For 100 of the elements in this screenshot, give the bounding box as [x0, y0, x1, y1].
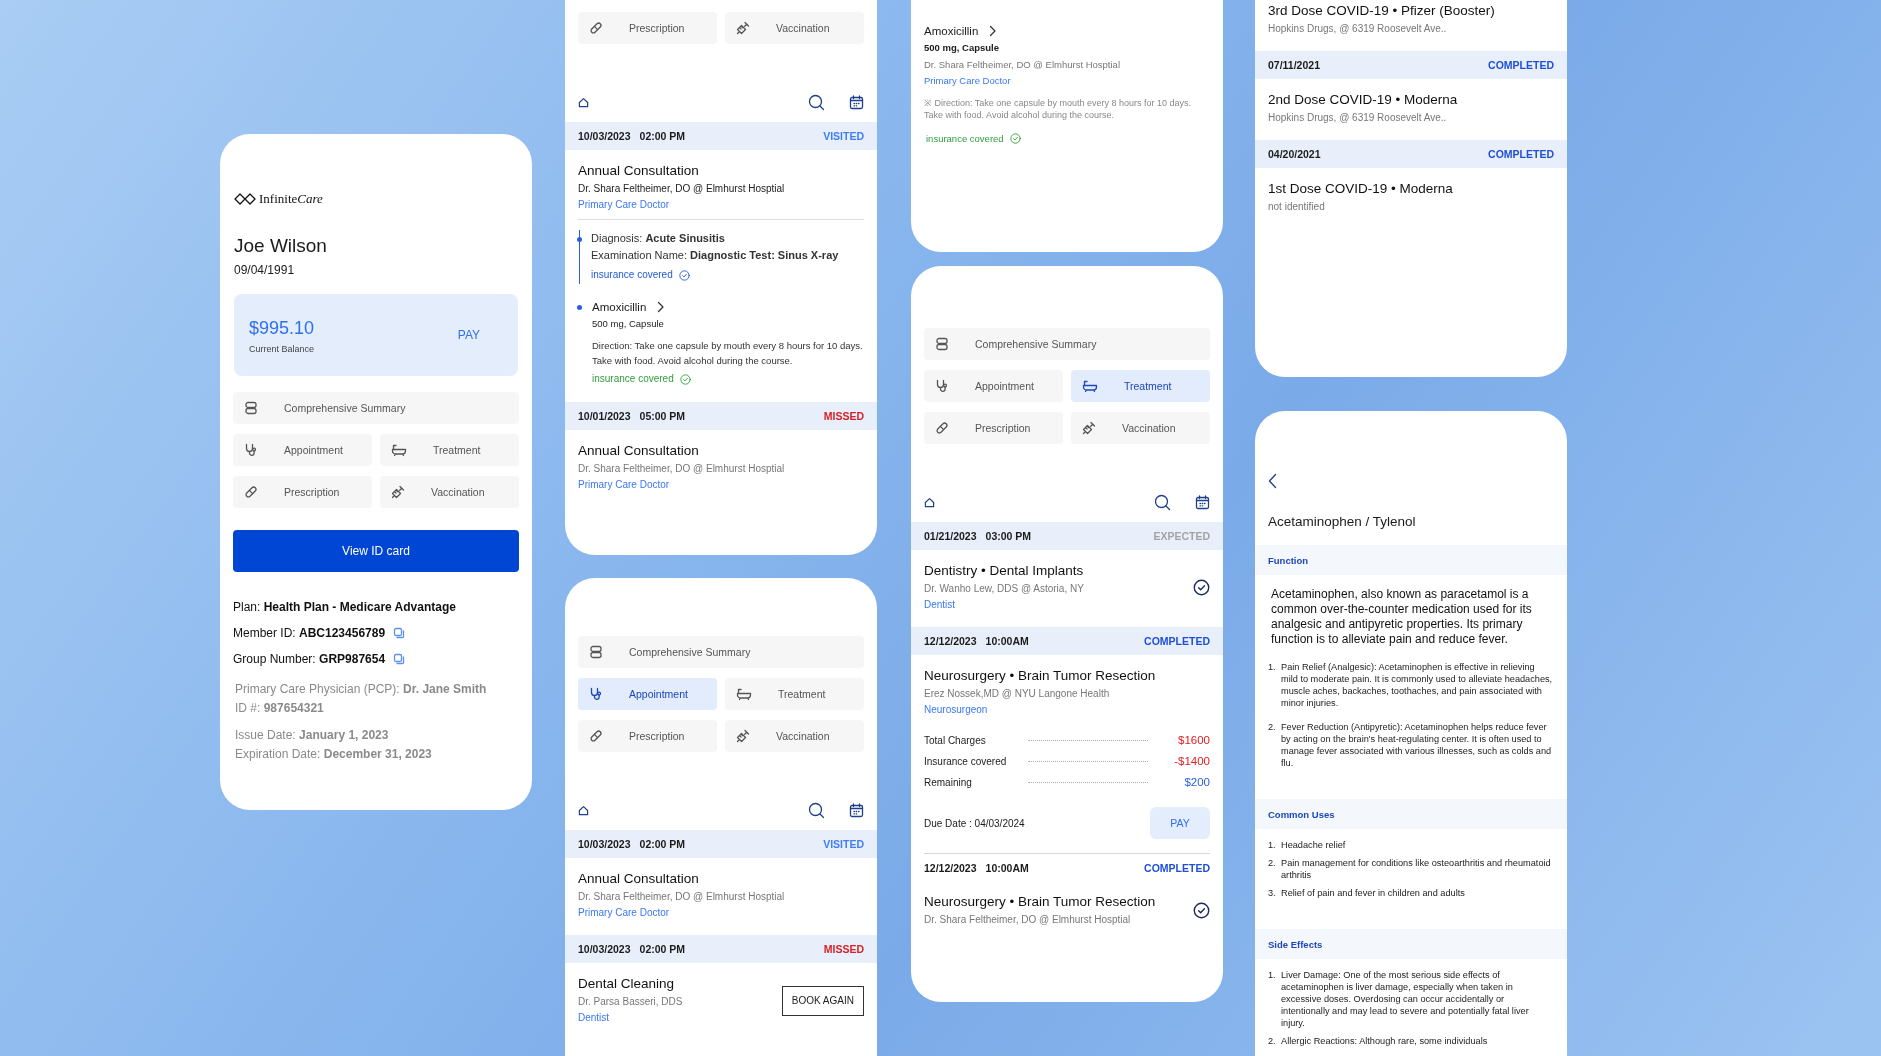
menu-button[interactable]: Treatment [380, 434, 519, 466]
home-icon[interactable] [578, 804, 589, 816]
detail-text: ID #: 987654321 [234, 700, 324, 717]
visit-title: Dental Cleaning [578, 975, 676, 993]
stacked-bars-icon [935, 337, 949, 351]
pay-button[interactable]: PAY [1150, 807, 1210, 839]
specialty-link[interactable]: Dentist [578, 1010, 774, 1026]
menu-button[interactable]: Vaccination [725, 720, 864, 752]
list-text: Pain management for conditions like osteoarthritis and rheumatoid arthritis [1281, 857, 1552, 881]
menu-button[interactable]: Prescription [578, 720, 717, 752]
list-number: 1. [1268, 661, 1277, 674]
visit-time: 02:00 PM [639, 943, 686, 955]
list-text: Liver Damage: One of the most serious side effects of acetaminophen is liver damage, especially when taken in excessive doses. Overdosing can occur accidentally or intentionally and may lead to severe and potentially fatal liver injury. [1281, 969, 1530, 1029]
visit-date: 12/12/2023 [924, 635, 977, 647]
detail-text: Group Number: GRP987654 [233, 651, 386, 668]
charge-label: Remaining [924, 776, 973, 790]
menu-button[interactable]: Vaccination [380, 476, 519, 508]
section-heading: Function [1255, 545, 1567, 575]
charge-amount: $1600 [1177, 733, 1210, 748]
provider-text: Dr. Shara Feltheimer, DO @ Elmhurst Hosptial [924, 58, 1121, 72]
search-icon[interactable] [1154, 493, 1171, 511]
provider-text: not identified [1268, 200, 1326, 214]
menu-button[interactable]: Appointment [578, 678, 717, 710]
stethoscope-icon [589, 687, 603, 701]
brand-name: InfiniteCare [259, 190, 323, 207]
menu-button[interactable]: Comprehensive Summary [233, 392, 519, 424]
detail-text: Plan: Health Plan - Medicare Advantage [233, 599, 456, 616]
home-icon[interactable] [578, 96, 589, 108]
direction-text: ※ Direction: Take one capsule by mouth every 8 hours for 10 days. Take with food. Avoid alcohol during the course. [924, 97, 1192, 121]
menu-button[interactable]: Treatment [1071, 370, 1210, 402]
specialty-link[interactable]: Primary Care Doctor [578, 477, 864, 493]
provider-text: Hopkins Drugs, @ 6319 Roosevelt Ave.. [1268, 111, 1448, 125]
list-number: 2. [1268, 721, 1277, 734]
coverage-label: insurance covered [591, 268, 673, 282]
menu-button[interactable]: Comprehensive Summary [924, 328, 1210, 360]
pay-button[interactable]: PAY [455, 324, 482, 346]
list-text: Allergic Reactions: Although rare, some individuals [1281, 1035, 1488, 1047]
drug-title: Acetaminophen / Tylenol [1267, 513, 1417, 531]
specialty-link[interactable]: Primary Care Doctor [924, 73, 1210, 89]
calendar-icon[interactable] [849, 94, 864, 110]
visit-status: COMPLETED [1488, 148, 1554, 160]
menu-button[interactable]: Appointment [924, 370, 1063, 402]
detail-text: Member ID: ABC123456789 [233, 625, 386, 642]
stethoscope-icon [244, 443, 258, 457]
menu-button[interactable]: Prescription [924, 412, 1063, 444]
home-icon[interactable] [924, 496, 935, 508]
specialty-link[interactable]: Dentist [924, 597, 1185, 613]
visit-time: 05:00 PM [639, 410, 686, 422]
list-number: 1. [1268, 839, 1277, 851]
specialty-link[interactable]: Neurosurgeon [924, 702, 1210, 718]
dosage-text: 500 mg, Capsule [924, 41, 1000, 55]
list-text: Pain Relief (Analgesic): Acetaminophen is effective in relieving mild to moderate pain. It is commonly used to alleviate headaches, muscle aches, backaches, toothaches, and pain associated with minor injuries. [1281, 661, 1553, 709]
chevron-right-icon [656, 301, 666, 313]
menu-button[interactable]: Prescription [233, 476, 372, 508]
visit-time: 02:00 PM [639, 838, 686, 850]
patient-name: Joe Wilson [234, 234, 328, 258]
visit-date: 10/03/2023 [578, 130, 631, 142]
menu-button[interactable]: Vaccination [725, 12, 864, 44]
visit-date: 12/12/2023 [924, 861, 977, 874]
pill-icon [589, 729, 603, 743]
back-chevron-icon[interactable] [1268, 473, 1277, 489]
coverage-label: insurance covered [926, 133, 1004, 144]
provider-text: Dr. Shara Feltheimer, DO @ Elmhurst Hosptial [578, 182, 786, 196]
list-text: Fever Reduction (Antipyretic): Acetaminophen helps reduce fever by acting on the brain's heat-regulating center. It is often used to manage fever associated with various illnesses, such as colds and flu. [1281, 721, 1553, 769]
menu-button[interactable]: Treatment [725, 678, 864, 710]
bathtub-icon [391, 443, 407, 457]
specialty-link[interactable]: Primary Care Doctor [578, 905, 864, 921]
medication-name[interactable]: Amoxicillin [592, 298, 647, 316]
view-id-card-button[interactable]: View ID card [233, 530, 519, 572]
stacked-bars-icon [589, 645, 603, 659]
visit-title: 2nd Dose COVID-19 • Moderna [1268, 91, 1459, 109]
diagnosis-text: Diagnosis: Acute Sinusitis [591, 231, 726, 246]
bathtub-icon [736, 687, 752, 701]
dosage-text: 500 mg, Capsule [592, 317, 665, 331]
book-again-button[interactable]: BOOK AGAIN [781, 985, 864, 1016]
charge-amount: -$1400 [1173, 754, 1210, 769]
visit-time: 02:00 PM [639, 130, 686, 142]
calendar-icon[interactable] [849, 802, 864, 818]
diagnosis-text: Examination Name: Diagnostic Test: Sinus X-ray [591, 248, 840, 263]
menu-button[interactable]: Comprehensive Summary [578, 636, 864, 668]
copy-icon [393, 653, 406, 665]
syringe-icon [736, 729, 750, 743]
visit-status: MISSED [823, 410, 864, 422]
visit-status: EXPECTED [1153, 530, 1210, 542]
stethoscope-icon [935, 379, 949, 393]
provider-text: Dr. Shara Feltheimer, DO @ Elmhurst Hosptial [924, 913, 1132, 927]
search-icon[interactable] [808, 93, 825, 111]
due-date: Due Date : 04/03/2024 [924, 817, 1025, 829]
menu-button[interactable]: Prescription [578, 12, 717, 44]
charge-amount: $200 [1183, 775, 1210, 790]
section-heading: Side Effects [1255, 929, 1567, 959]
search-icon[interactable] [808, 801, 825, 819]
description-text: Acetaminophen, also known as paracetamol is a common over-the-counter medication used for its analgesic and antipyretic properties. Its primary function is to alleviate pain and reduce fever. [1270, 586, 1533, 647]
balance-amount: $995.10 [249, 316, 315, 339]
visit-time: 10:00AM [985, 635, 1029, 647]
menu-button[interactable]: Vaccination [1071, 412, 1210, 444]
menu-button[interactable]: Appointment [233, 434, 372, 466]
visit-time: 03:00 PM [985, 530, 1032, 542]
specialty-link[interactable]: Primary Care Doctor [578, 197, 864, 213]
calendar-icon[interactable] [1195, 494, 1210, 510]
